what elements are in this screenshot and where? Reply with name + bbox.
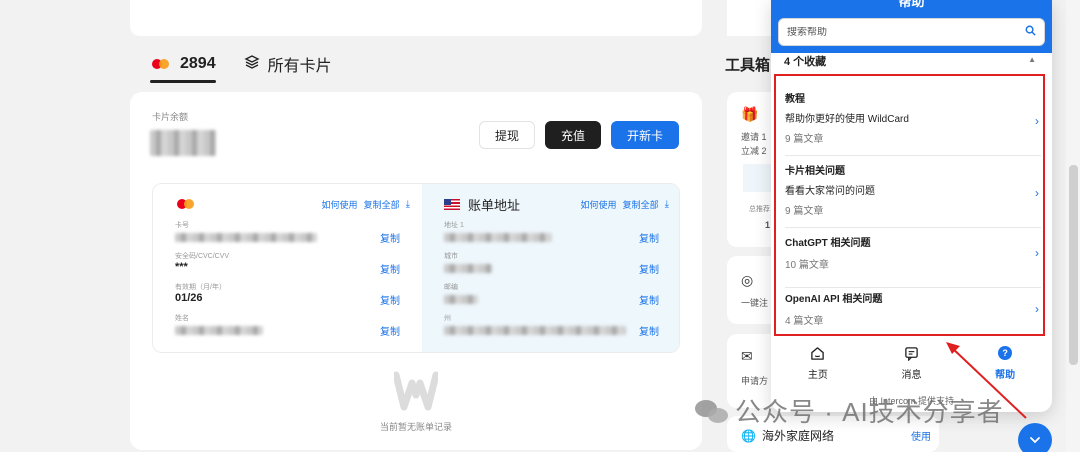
nav-label: 主页 (807, 370, 828, 381)
copy-button[interactable]: 复制 (380, 230, 400, 245)
watermark: 公众号 · AI技术分享者 (695, 392, 1004, 429)
chevron-up-icon[interactable]: ▲ (1028, 55, 1036, 64)
top-card (130, 0, 702, 36)
address-redacted (444, 233, 552, 242)
tool-text: 邀请 1 (741, 132, 767, 142)
city-field: 城市 复制 (444, 251, 667, 279)
chevron-down-icon (1030, 437, 1040, 444)
tool-text: 申请方 (741, 376, 769, 386)
tool-text: 立减 2 (741, 146, 767, 156)
field-label: 卡号 (175, 222, 189, 229)
copy-all-link[interactable]: 复制全部 (364, 198, 400, 211)
search-icon[interactable] (1025, 25, 1036, 39)
empty-state-text: 当前暂无账单记录 (380, 422, 453, 432)
copy-button[interactable]: 复制 (639, 230, 659, 245)
field-label: 姓名 (175, 315, 189, 322)
us-flag-icon (444, 198, 460, 210)
layers-icon (244, 54, 260, 75)
balance-label: 卡片余额 (152, 112, 189, 122)
mastercard-icon (150, 57, 172, 71)
mail-icon: ✉ (741, 348, 753, 364)
tab-label: 2894 (180, 55, 216, 72)
help-search-input[interactable] (787, 26, 1025, 38)
name-redacted (175, 326, 263, 335)
billing-title: 账单地址 (468, 197, 521, 213)
cvv-value: *** (175, 261, 188, 273)
zip-field: 邮编 复制 (444, 282, 667, 310)
copy-button[interactable]: 复制 (380, 323, 400, 338)
expiry-field: 有效期（月/年） 01/26 复制 (175, 282, 408, 310)
top-up-button[interactable]: 充值 (545, 121, 601, 149)
copy-button[interactable]: 复制 (639, 292, 659, 307)
watermark-text: 公众号 · AI技术分享者 (735, 397, 1004, 427)
copy-all-link[interactable]: 复制全部 (623, 198, 659, 211)
card-number-redacted (175, 233, 317, 242)
download-icon[interactable]: ⤓ (406, 199, 410, 210)
message-icon (904, 346, 919, 362)
home-icon (810, 346, 825, 362)
help-title: 帮助 (898, 0, 925, 9)
copy-button[interactable]: 复制 (380, 261, 400, 276)
annotation-highlight-box (774, 74, 1045, 336)
nav-label: 消息 (901, 370, 922, 381)
field-label: 州 (444, 315, 451, 322)
how-to-use-link[interactable]: 如何使用 (322, 198, 358, 211)
tool-title: 海外家庭网络 (761, 429, 834, 443)
card-details-box: 如何使用 复制全部 ⤓ 卡号 复制 安全码/CVC/CVV *** 复制 有效期… (152, 183, 680, 353)
expiry-value: 01/26 (175, 292, 203, 304)
state-redacted (444, 326, 626, 335)
download-icon[interactable]: ⤓ (665, 199, 669, 210)
mastercard-icon (175, 197, 197, 211)
use-button[interactable]: 使用 (911, 428, 931, 443)
state-field: 州 复制 (444, 313, 667, 341)
messenger-launcher-button[interactable] (1018, 423, 1052, 452)
tools-title: 工具箱 (725, 57, 771, 74)
card-number-field: 卡号 复制 (175, 220, 408, 248)
tool-card-register[interactable]: ◎ 一键注 (727, 256, 775, 324)
gift-icon: 🎁 (741, 106, 759, 122)
nav-home[interactable]: 主页 (771, 340, 865, 390)
field-label: 邮编 (444, 284, 458, 291)
copy-button[interactable]: 复制 (639, 323, 659, 338)
wildcard-logo-icon (394, 371, 438, 411)
how-to-use-link[interactable]: 如何使用 (581, 198, 617, 211)
tools-top-card (727, 0, 775, 36)
tool-text: 一键注 (741, 298, 769, 308)
scrollbar-thumb[interactable] (1069, 165, 1078, 365)
address-field: 地址 1 复制 (444, 220, 667, 248)
globe-icon: 🌐 (741, 428, 756, 443)
help-search-box[interactable] (778, 18, 1045, 46)
zip-redacted (444, 295, 478, 304)
wechat-icon (695, 398, 729, 424)
copy-button[interactable]: 复制 (380, 292, 400, 307)
copy-button[interactable]: 复制 (639, 261, 659, 276)
card-tabs: 2894 所有卡片 (150, 50, 332, 83)
balance-value-redacted (150, 130, 216, 156)
open-new-card-button[interactable]: 开新卡 (611, 121, 679, 149)
field-label: 地址 1 (444, 222, 464, 229)
user-circle-icon: ◎ (741, 272, 754, 288)
city-redacted (444, 264, 492, 273)
card-info-column: 如何使用 复制全部 ⤓ 卡号 复制 安全码/CVC/CVV *** 复制 有效期… (153, 184, 422, 352)
field-label: 有效期（月/年） (175, 284, 226, 291)
field-label: 安全码/CVC/CVV (175, 253, 230, 260)
billing-address-column: 账单地址 如何使用 复制全部 ⤓ 地址 1 复制 城市 复制 邮编 复制 州 复… (422, 184, 679, 352)
tab-all-cards[interactable]: 所有卡片 (244, 51, 332, 77)
name-field: 姓名 复制 (175, 313, 408, 341)
tab-label: 所有卡片 (267, 58, 332, 75)
withdraw-button[interactable]: 提现 (479, 121, 535, 149)
card-panel: 卡片余额 提现 充值 开新卡 如何使用 复制全部 ⤓ 卡号 复制 安全码/CVC… (130, 92, 702, 450)
tool-text: 总推荐 (749, 206, 770, 213)
cvv-field: 安全码/CVC/CVV *** 复制 (175, 251, 408, 279)
tab-card-2894[interactable]: 2894 (150, 51, 216, 83)
tool-text: 1 (765, 220, 771, 230)
favorites-count: 4 个收藏 (784, 56, 827, 68)
field-label: 城市 (444, 253, 458, 260)
tool-card-referral[interactable]: 🎁 邀请 1 立减 2 总推荐 1 (727, 92, 775, 247)
